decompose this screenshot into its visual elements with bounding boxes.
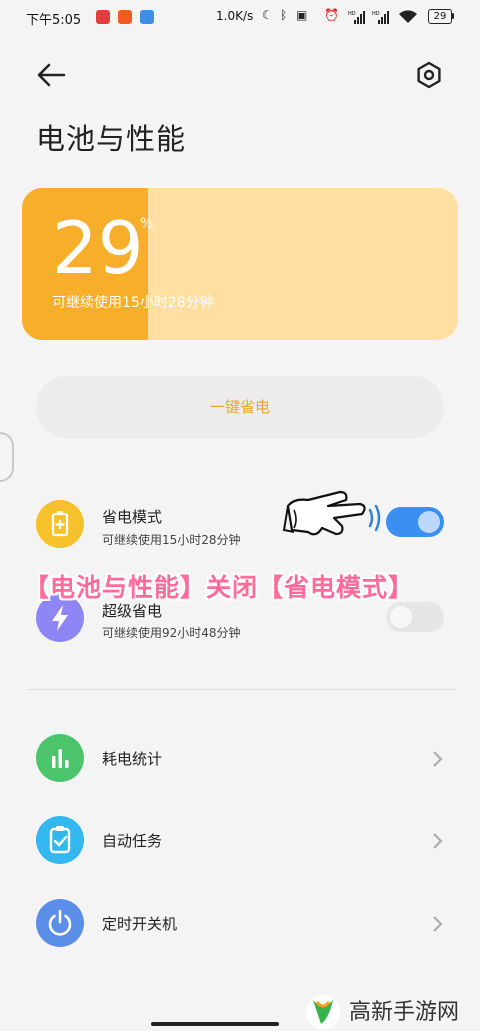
battery-plus-glyph (51, 511, 69, 537)
edge-swipe-handle[interactable] (0, 432, 14, 482)
scheduled-power-label: 定时开关机 (102, 915, 178, 933)
bar-chart-icon (36, 734, 84, 782)
power-usage-stats-label: 耗电统计 (102, 750, 163, 768)
clipboard-glyph (49, 826, 71, 854)
page-title: 电池与性能 (36, 122, 187, 156)
video-caption-overlay: 【电池与性能】关闭【省电模式】 (24, 573, 415, 602)
power-glyph (48, 909, 72, 936)
signal-icon: HD (348, 11, 365, 24)
app-icon (118, 10, 132, 24)
battery-percent-sign: % (140, 216, 154, 232)
home-indicator[interactable] (151, 1022, 279, 1026)
network-speed: 1.0K/s (216, 9, 254, 23)
hd-label: HD (348, 11, 356, 17)
scheduled-power-row[interactable]: 定时开关机 (0, 899, 480, 949)
status-bar: 下午5:05 1.0K/s ☾ ᛒ ▣ ⏰ HD HD 29 (0, 0, 480, 36)
watermark-logo (306, 995, 340, 1029)
vibrate-icon: ▣ (296, 8, 308, 22)
super-save-mode-toggle[interactable] (386, 602, 444, 632)
battery-plus-icon (36, 500, 84, 548)
pointing-hand-icon (282, 490, 381, 536)
power-usage-stats-row[interactable]: 耗电统计 (0, 734, 480, 784)
super-save-mode-subtitle: 可继续使用92小时48分钟 (102, 626, 241, 640)
toggle-knob (390, 606, 412, 628)
battery-percent: 29 (52, 206, 144, 290)
bluetooth-icon: ᛒ (280, 8, 288, 22)
watermark-text: 高新手游网 (349, 1000, 460, 1025)
battery-remaining-time: 可继续使用15小时28分钟 (52, 295, 214, 311)
auto-tasks-row[interactable]: 自动任务 (0, 816, 480, 866)
chevron-right-icon (433, 833, 443, 849)
hd-label: HD (372, 11, 380, 17)
power-save-mode-subtitle: 可继续使用15小时28分钟 (102, 533, 241, 547)
back-arrow-icon[interactable] (34, 60, 68, 90)
toggle-knob (418, 511, 440, 533)
chevron-right-icon (433, 751, 443, 767)
battery-icon: 29 (428, 9, 452, 24)
chevron-right-icon (433, 916, 443, 932)
wifi-icon (399, 10, 417, 23)
clipboard-check-icon (36, 816, 84, 864)
netease-music-icon (96, 10, 110, 24)
section-divider (26, 689, 456, 690)
bar-chart-glyph (52, 749, 69, 768)
power-save-mode-toggle[interactable] (386, 507, 444, 537)
status-battery-level: 29 (433, 11, 447, 22)
moon-icon: ☾ (262, 8, 273, 22)
alarm-icon: ⏰ (324, 8, 339, 22)
battery-tip (452, 13, 454, 19)
power-icon (36, 899, 84, 947)
one-key-power-save-button[interactable]: 一键省电 (36, 376, 444, 438)
calendar-app-icon (140, 10, 154, 24)
status-time: 下午5:05 (26, 13, 82, 28)
hexagon-gear-icon[interactable] (414, 60, 444, 90)
signal-icon: HD (372, 11, 389, 24)
auto-tasks-label: 自动任务 (102, 832, 163, 850)
battery-level-card: 29 % 可继续使用15小时28分钟 (22, 188, 458, 340)
power-save-mode-title: 省电模式 (102, 508, 163, 526)
